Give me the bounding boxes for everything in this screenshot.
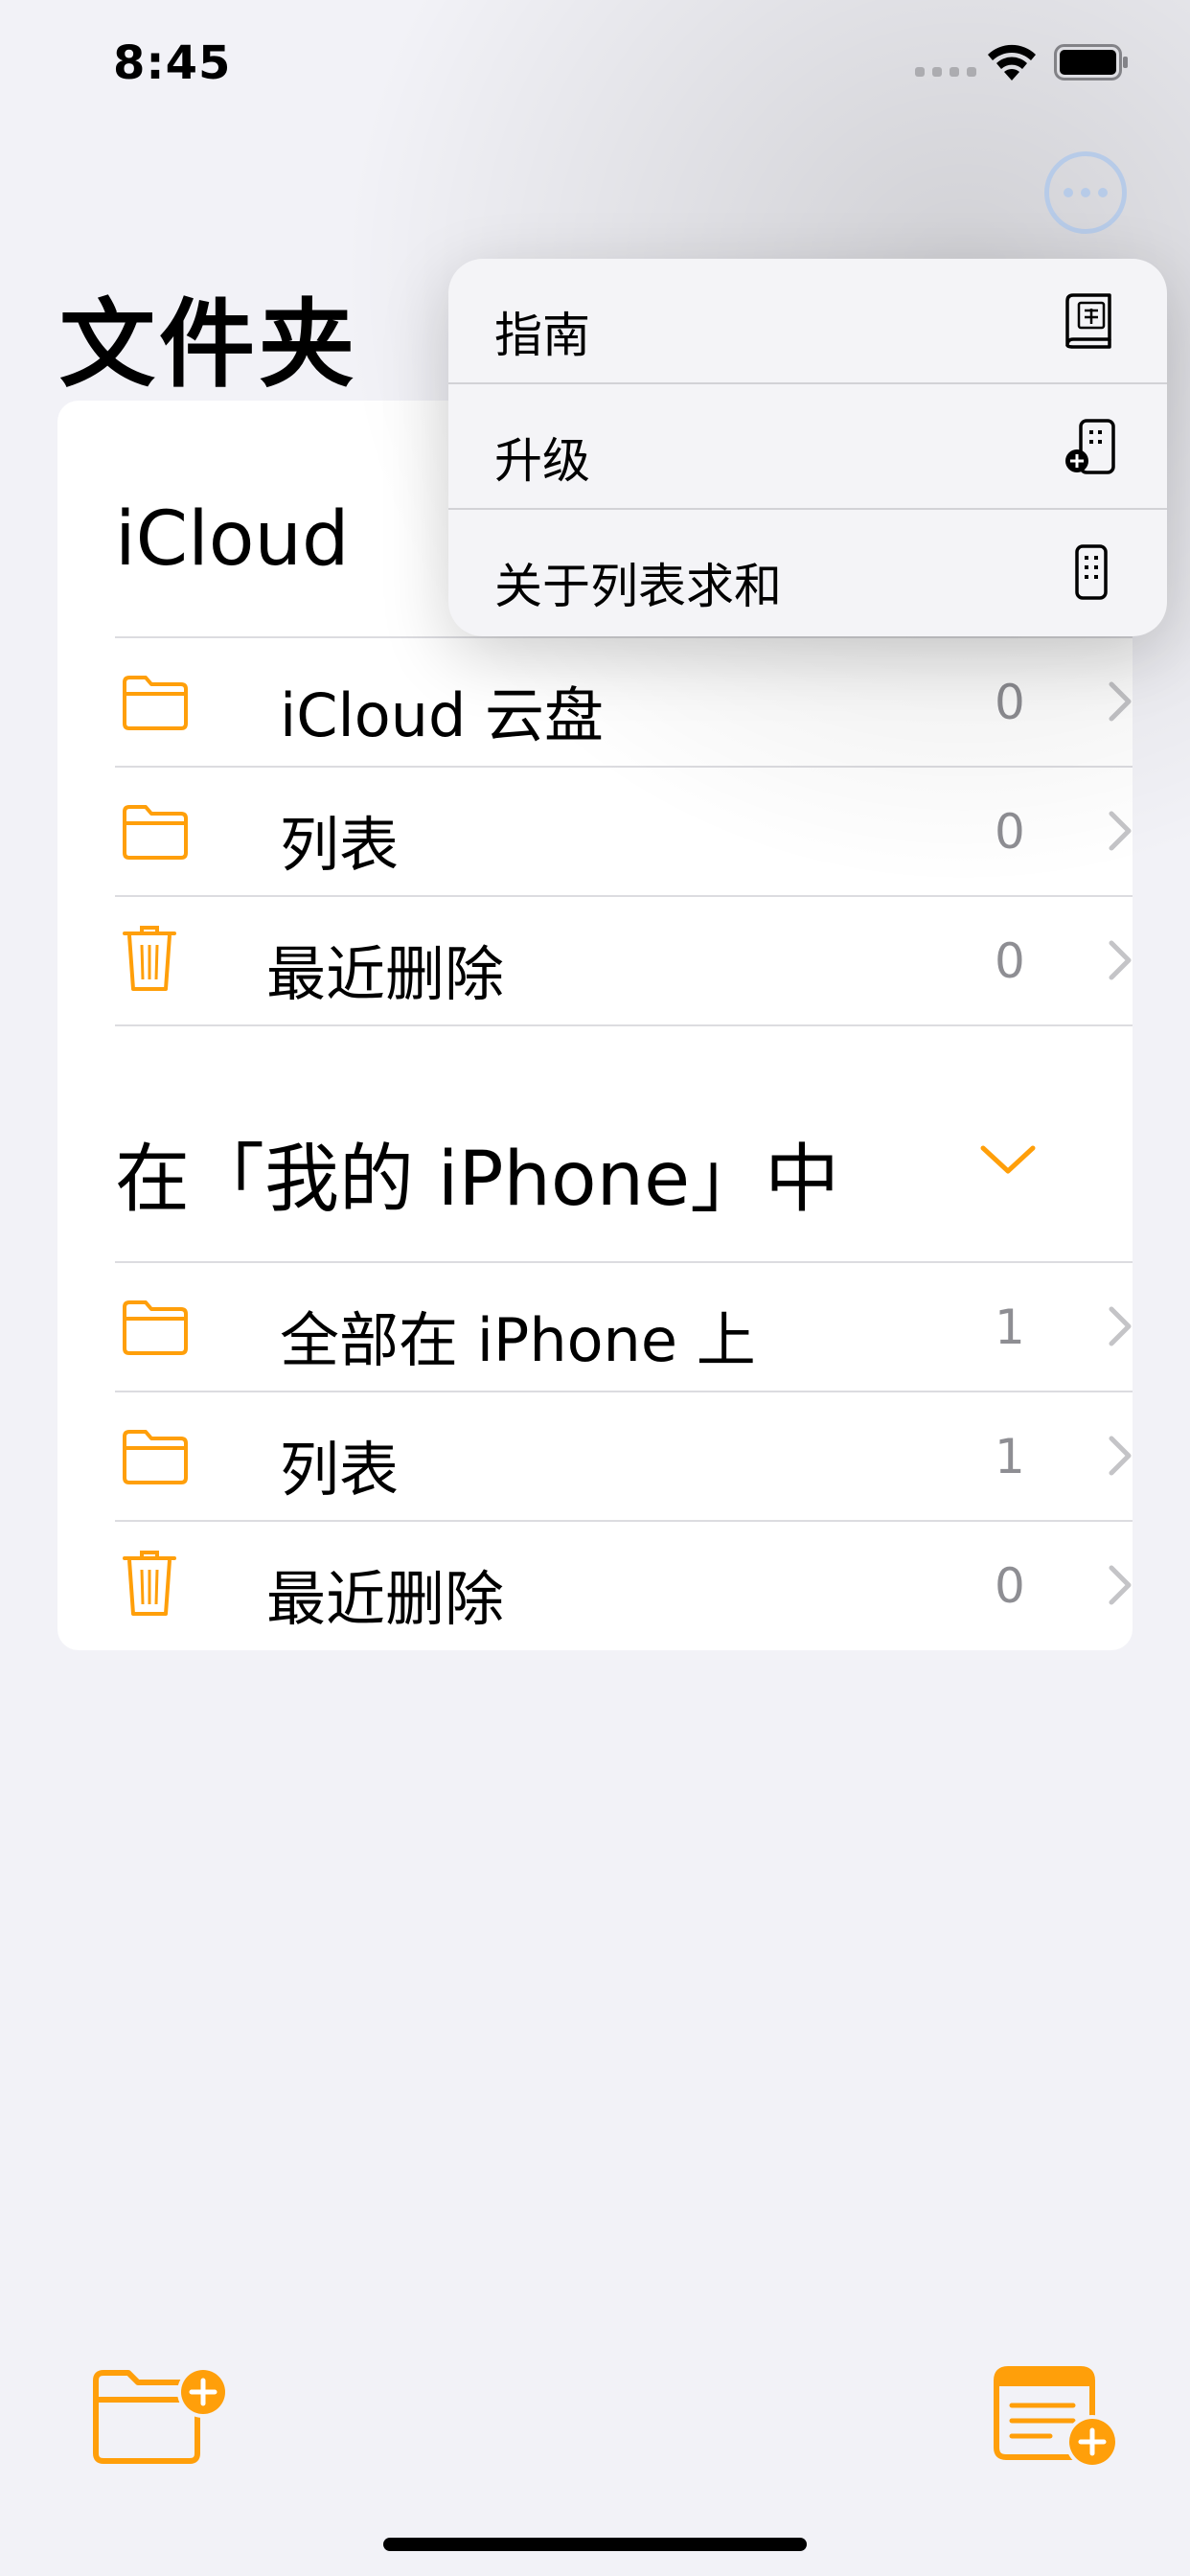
trash-icon [123,926,176,991]
folder-icon [123,676,188,730]
row-label: iCloud 云盘 [280,680,605,750]
row-count: 1 [995,1429,1025,1484]
chevron-right-icon [1109,811,1132,851]
device-info-icon [1075,544,1108,600]
folder-row-recently-deleted[interactable]: 最近删除 0 [115,895,1133,1024]
folder-icon [123,805,188,860]
more-options-menu: 指南 升级 关于列表求和 [448,259,1167,636]
folder-row-all-on-iphone[interactable]: 全部在 iPhone 上 1 [115,1261,1133,1391]
chevron-right-icon [1109,1436,1132,1476]
row-label: 列表 [280,810,400,880]
menu-item-label: 关于列表求和 [494,559,782,614]
row-label: 列表 [280,1435,400,1505]
wifi-icon [988,44,1036,80]
page-title: 文件夹 [59,288,358,401]
trash-icon [123,1551,176,1616]
new-list-icon[interactable] [993,2361,1123,2471]
cellular-signal-icon [915,67,976,77]
status-time: 8:45 [113,36,232,90]
row-count: 0 [995,675,1025,730]
row-count: 0 [995,804,1025,860]
menu-item-upgrade[interactable]: 升级 [448,384,1167,510]
row-count: 0 [995,933,1025,989]
section-header-on-my-iphone[interactable]: 在「我的 iPhone」中 [115,1119,839,1227]
chevron-right-icon [1109,681,1132,722]
chevron-right-icon [1109,1565,1132,1605]
folder-icon [123,1430,188,1484]
folder-row-icloud-drive[interactable]: iCloud 云盘 0 [115,636,1133,766]
dot-icon [1081,188,1090,197]
folder-row-local-recently-deleted[interactable]: 最近删除 0 [115,1520,1133,1649]
chevron-right-icon [1109,1306,1132,1346]
folder-row-lists[interactable]: 列表 0 [115,766,1133,895]
folder-icon [123,1300,188,1355]
menu-item-about[interactable]: 关于列表求和 [448,510,1167,635]
row-count: 0 [995,1558,1025,1614]
section-divider [115,1024,1133,1026]
row-label: 最近删除 [266,1564,505,1634]
chevron-right-icon [1109,940,1132,980]
folder-row-local-lists[interactable]: 列表 1 [115,1391,1133,1520]
section-header-icloud[interactable]: iCloud [115,496,349,583]
menu-item-label: 指南 [494,308,590,363]
new-folder-icon[interactable] [90,2363,234,2469]
battery-icon [1054,44,1128,80]
menu-item-label: 升级 [494,433,590,489]
dot-icon [1098,188,1108,197]
status-bar: 8:45 [0,0,1190,134]
more-options-button[interactable] [1044,151,1127,234]
home-indicator[interactable] [383,2538,807,2551]
chevron-down-icon[interactable] [977,1140,1039,1179]
row-label: 最近删除 [266,939,505,1009]
menu-item-guide[interactable]: 指南 [448,259,1167,384]
dot-icon [1064,188,1073,197]
guide-book-icon [1065,293,1111,349]
row-label: 全部在 iPhone 上 [280,1305,756,1375]
upgrade-device-icon [1065,419,1115,474]
row-count: 1 [995,1300,1025,1355]
